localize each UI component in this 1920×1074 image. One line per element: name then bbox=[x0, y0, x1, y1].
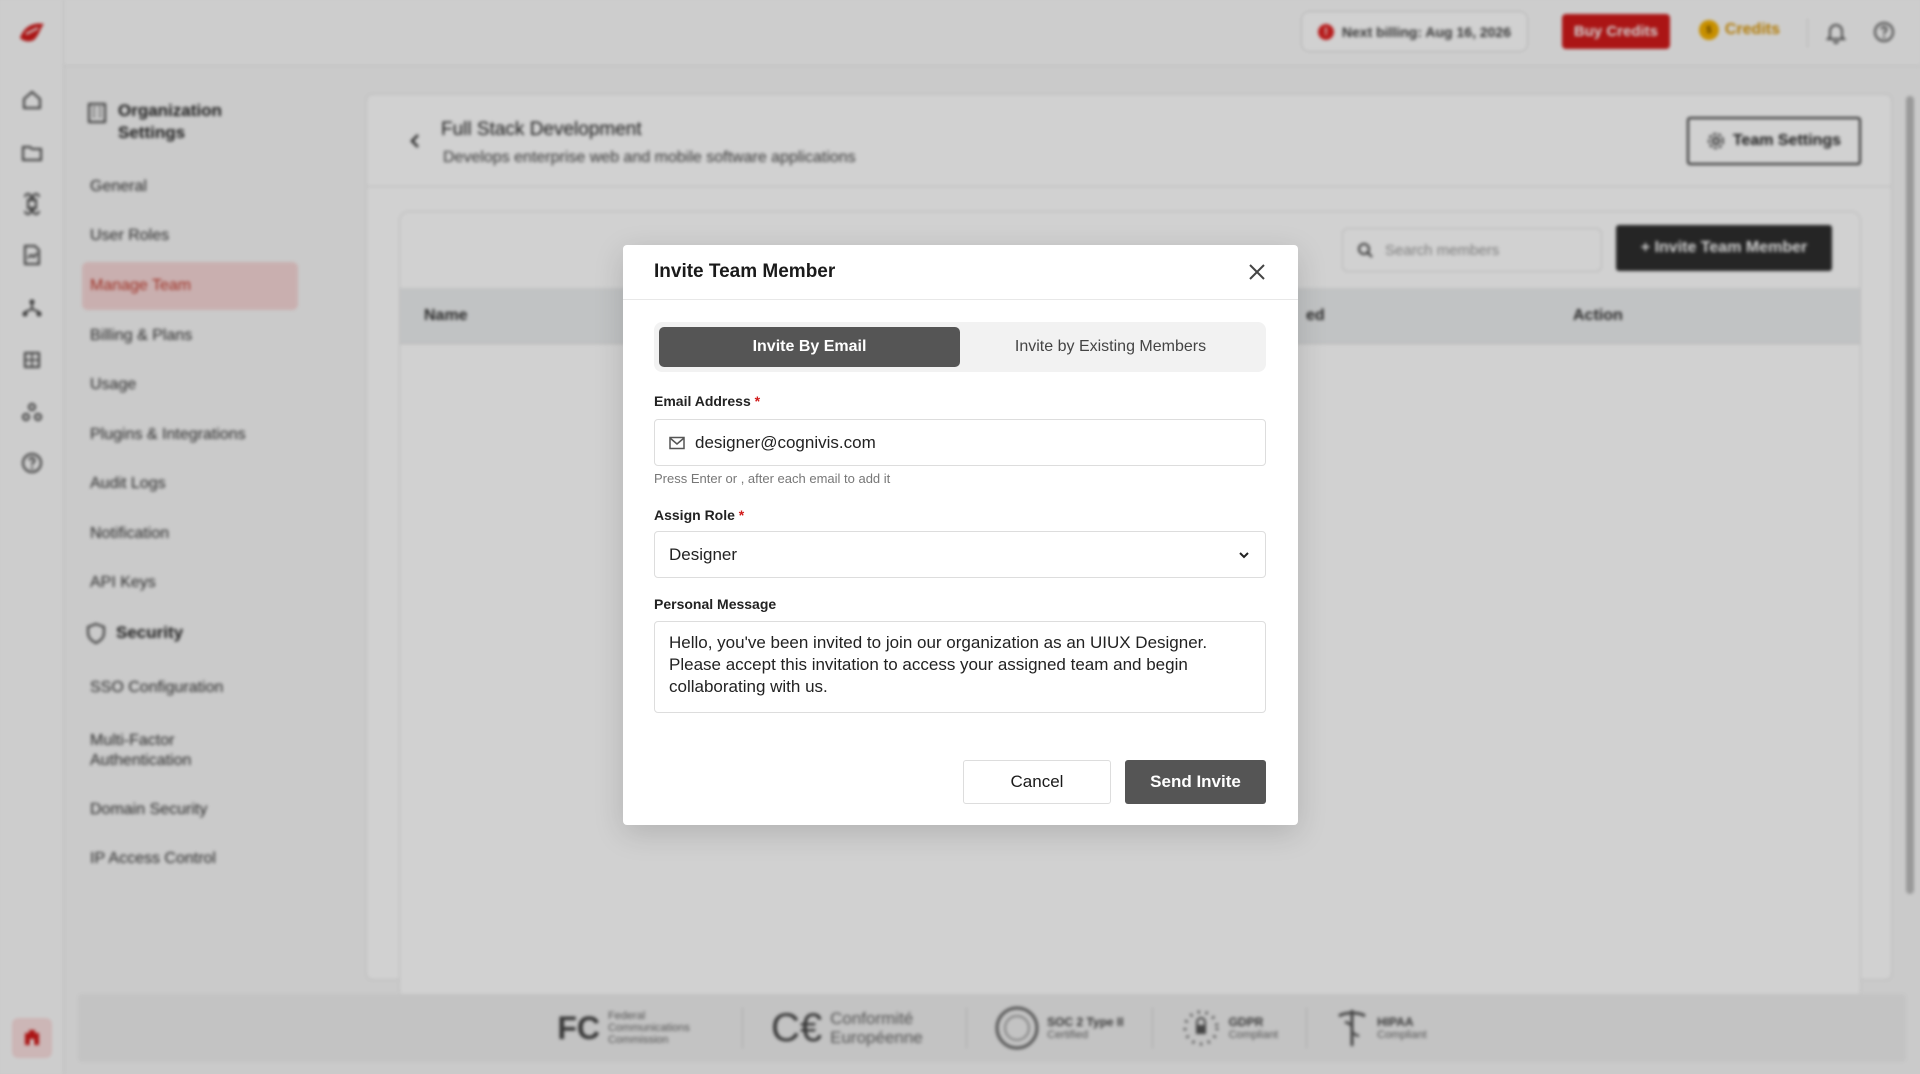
email-hint: Press Enter or , after each email to add… bbox=[654, 471, 891, 486]
mail-icon bbox=[669, 436, 685, 449]
tab-invite-by-existing-members[interactable]: Invite by Existing Members bbox=[960, 327, 1261, 367]
message-label: Personal Message bbox=[654, 596, 777, 612]
invite-method-tabs: Invite By Email Invite by Existing Membe… bbox=[654, 322, 1266, 372]
required-marker: * bbox=[738, 507, 745, 523]
email-label: Email Address * bbox=[654, 393, 761, 409]
cancel-button[interactable]: Cancel bbox=[963, 760, 1111, 804]
chevron-down-icon bbox=[1239, 551, 1249, 558]
send-invite-button[interactable]: Send Invite bbox=[1125, 760, 1266, 804]
role-value: Designer bbox=[669, 544, 738, 564]
invite-team-member-modal: Invite Team Member Invite By Email Invit… bbox=[623, 245, 1298, 825]
role-label: Assign Role * bbox=[654, 507, 745, 523]
modal-title: Invite Team Member bbox=[654, 261, 836, 282]
role-select[interactable]: Designer bbox=[654, 531, 1266, 578]
close-icon[interactable] bbox=[1246, 261, 1268, 283]
email-field[interactable]: designer@cognivis.com bbox=[654, 419, 1266, 466]
personal-message-textarea[interactable]: Hello, you've been invited to join our o… bbox=[654, 621, 1266, 713]
tab-invite-by-email[interactable]: Invite By Email bbox=[659, 327, 960, 367]
required-marker: * bbox=[754, 393, 761, 409]
modal-header: Invite Team Member bbox=[623, 245, 1298, 300]
email-value: designer@cognivis.com bbox=[695, 432, 876, 452]
